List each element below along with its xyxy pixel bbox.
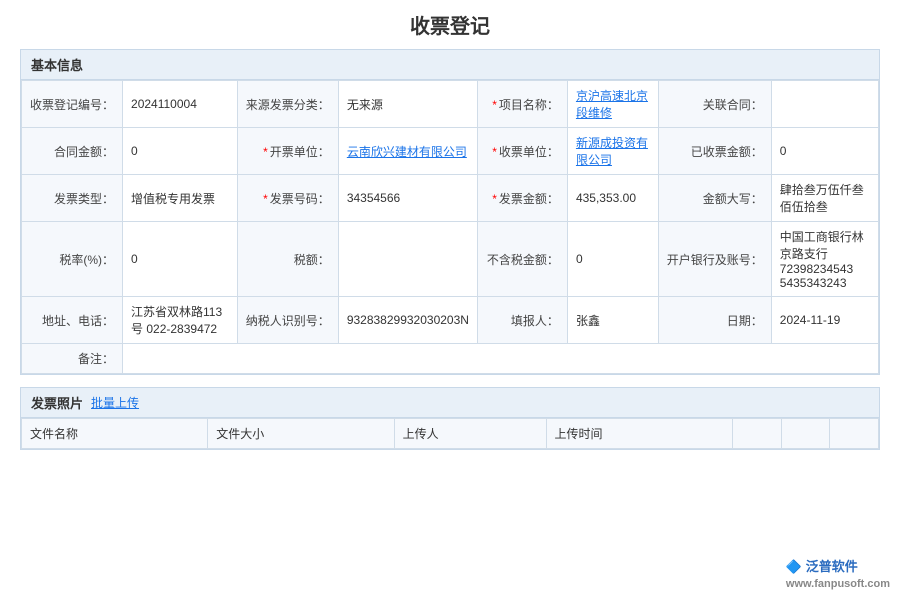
label-receiver-unit: *收票单位： — [477, 128, 567, 175]
label-source-type: 来源发票分类： — [237, 81, 338, 128]
label-invoice-no: *发票号码： — [237, 175, 338, 222]
label-pretax-amount: 不含税金额： — [477, 222, 567, 297]
basic-info-header: 基本信息 — [21, 50, 879, 80]
table-row: 发票类型： 增值税专用发票 *发票号码： 34354566 *发票金额： 435… — [22, 175, 879, 222]
table-row: 税率(%)： 0 税额： 不含税金额： 0 开户银行及账号： 中国工商银行林京路… — [22, 222, 879, 297]
label-received-amount: 已收票金额： — [658, 128, 771, 175]
file-table: 文件名称 文件大小 上传人 上传时间 — [21, 418, 879, 449]
table-row: 地址、电话： 江苏省双林路113号 022-2839472 纳税人识别号： 93… — [22, 297, 879, 344]
watermark-url: www.fanpusoft.com — [786, 578, 890, 590]
col-filename: 文件名称 — [22, 419, 208, 449]
col-action1 — [732, 419, 781, 449]
col-upload-time: 上传时间 — [546, 419, 732, 449]
label-invoice-amount: *发票金额： — [477, 175, 567, 222]
page-title: 收票登记 — [20, 10, 880, 39]
value-invoice-amount: 435,353.00 — [567, 175, 658, 222]
watermark-icon: 🔷 — [786, 559, 802, 574]
value-invoice-no: 34354566 — [338, 175, 477, 222]
label-date: 日期： — [658, 297, 771, 344]
label-bank-account: 开户银行及账号： — [658, 222, 771, 297]
value-receiver-unit[interactable]: 新源成投资有限公司 — [567, 128, 658, 175]
value-address-phone: 江苏省双林路113号 022-2839472 — [123, 297, 238, 344]
label-project-name: *项目名称： — [477, 81, 567, 128]
value-note — [123, 344, 879, 374]
col-filesize: 文件大小 — [208, 419, 394, 449]
file-section-header: 发票照片 批量上传 — [21, 388, 879, 418]
label-amount-in-words: 金额大写： — [658, 175, 771, 222]
value-tax-rate: 0 — [123, 222, 238, 297]
value-contract-amount: 0 — [123, 128, 238, 175]
batch-upload-button[interactable]: 批量上传 — [91, 394, 139, 411]
file-section: 发票照片 批量上传 文件名称 文件大小 上传人 上传时间 — [20, 387, 880, 450]
label-record-no: 收票登记编号： — [22, 81, 123, 128]
value-source-type: 无来源 — [338, 81, 477, 128]
label-drawer-unit: *开票单位： — [237, 128, 338, 175]
watermark: 🔷 泛普软件 www.fanpusoft.com — [786, 556, 890, 590]
label-contract-amount: 合同金额： — [22, 128, 123, 175]
watermark-name: 泛普软件 — [806, 559, 858, 574]
value-reporter: 张鑫 — [567, 297, 658, 344]
label-note: 备注： — [22, 344, 123, 374]
table-row: 备注： — [22, 344, 879, 374]
label-invoice-type: 发票类型： — [22, 175, 123, 222]
label-related-contract: 关联合同： — [658, 81, 771, 128]
value-received-amount: 0 — [771, 128, 878, 175]
file-section-title: 发票照片 — [31, 393, 83, 412]
table-row: 合同金额： 0 *开票单位： 云南欣兴建材有限公司 *收票单位： 新源成投资有限… — [22, 128, 879, 175]
value-tax-id: 93283829932030203N — [338, 297, 477, 344]
value-tax-amount — [338, 222, 477, 297]
value-date: 2024-11-19 — [771, 297, 878, 344]
table-row: 收票登记编号： 2024110004 来源发票分类： 无来源 *项目名称： 京沪… — [22, 81, 879, 128]
col-action2 — [781, 419, 830, 449]
value-bank-account: 中国工商银行林京路支行723982345435435343243 — [771, 222, 878, 297]
file-table-header-row: 文件名称 文件大小 上传人 上传时间 — [22, 419, 879, 449]
col-action3 — [830, 419, 879, 449]
basic-info-section: 基本信息 收票登记编号： 2024110004 来源发票分类： 无来源 *项目名… — [20, 49, 880, 375]
col-uploader: 上传人 — [394, 419, 546, 449]
value-amount-in-words: 肆拾叁万伍仟叁佰伍拾叁 — [771, 175, 878, 222]
label-reporter: 填报人： — [477, 297, 567, 344]
page-wrapper: 收票登记 基本信息 收票登记编号： 2024110004 来源发票分类： 无来源… — [0, 0, 900, 600]
value-pretax-amount: 0 — [567, 222, 658, 297]
label-address-phone: 地址、电话： — [22, 297, 123, 344]
value-project-name[interactable]: 京沪高速北京段维修 — [567, 81, 658, 128]
value-drawer-unit[interactable]: 云南欣兴建材有限公司 — [338, 128, 477, 175]
label-tax-id: 纳税人识别号： — [237, 297, 338, 344]
value-record-no: 2024110004 — [123, 81, 238, 128]
label-tax-rate: 税率(%)： — [22, 222, 123, 297]
value-related-contract — [771, 81, 878, 128]
value-invoice-type: 增值税专用发票 — [123, 175, 238, 222]
label-tax-amount: 税额： — [237, 222, 338, 297]
basic-info-table: 收票登记编号： 2024110004 来源发票分类： 无来源 *项目名称： 京沪… — [21, 80, 879, 374]
